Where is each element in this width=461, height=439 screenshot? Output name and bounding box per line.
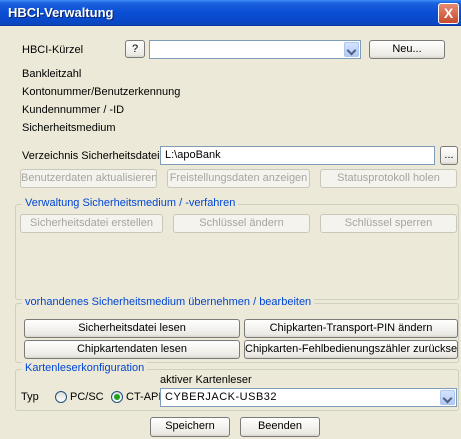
lock-key-button[interactable]: Schlüssel sperren	[320, 214, 457, 233]
bankleitzahl-label: Bankleitzahl	[22, 68, 82, 80]
update-userdata-button[interactable]: Benutzerdaten aktualisieren	[20, 169, 157, 188]
radio-ctapi[interactable]	[111, 391, 123, 403]
exit-button[interactable]: Beenden	[240, 417, 320, 437]
existing-group-legend: vorhandenes Sicherheitsmedium übernehmen…	[22, 296, 315, 308]
directory-value: L:\apoBank	[165, 149, 221, 161]
directory-label: Verzeichnis Sicherheitsdateien	[22, 150, 172, 162]
kontonummer-label: Kontonummer/Benutzerkennung	[22, 86, 181, 98]
browse-button[interactable]: ...	[440, 146, 458, 165]
status-protocol-button[interactable]: Statusprotokoll holen	[320, 169, 457, 188]
change-transport-pin-button[interactable]: Chipkarten-Transport-PIN ändern	[244, 319, 458, 338]
radio-pcsc[interactable]	[55, 391, 67, 403]
radio-pcsc-label[interactable]: PC/SC	[70, 391, 104, 403]
reset-error-counter-button[interactable]: Chipkarten-Fehlbedienungszähler zurückse…	[244, 340, 458, 359]
admin-group-legend: Verwaltung Sicherheitsmedium / -verfahre…	[22, 197, 239, 209]
read-security-file-button[interactable]: Sicherheitsdatei lesen	[24, 319, 240, 338]
new-button[interactable]: Neu...	[369, 40, 445, 59]
kuerzel-label: HBCI-Kürzel	[22, 44, 84, 56]
save-button[interactable]: Speichern	[150, 417, 230, 437]
read-card-data-button[interactable]: Chipkartendaten lesen	[24, 340, 240, 359]
typ-label: Typ	[21, 391, 39, 403]
sicherheitsmedium-label: Sicherheitsmedium	[22, 122, 116, 134]
create-security-file-button[interactable]: Sicherheitsdatei erstellen	[20, 214, 163, 233]
active-reader-label: aktiver Kartenleser	[160, 374, 252, 386]
radio-ctapi-label[interactable]: CT-API	[126, 391, 161, 403]
chevron-down-icon[interactable]	[440, 390, 455, 405]
kundennummer-label: Kundennummer / -ID	[22, 104, 125, 116]
card-reader-legend: Kartenleserkonfiguration	[22, 362, 148, 374]
kuerzel-select[interactable]	[149, 40, 361, 59]
title-bar[interactable]: HBCI-Verwaltung X	[0, 0, 461, 26]
window-title: HBCI-Verwaltung	[8, 5, 114, 20]
hbci-window: HBCI-Verwaltung X HBCI-Kürzel ? Neu... B…	[0, 0, 461, 439]
chevron-down-icon[interactable]	[344, 42, 359, 57]
help-button[interactable]: ?	[125, 40, 145, 58]
card-reader-value: CYBERJACK-USB32	[165, 391, 278, 403]
change-key-button[interactable]: Schlüssel ändern	[173, 214, 310, 233]
directory-input[interactable]: L:\apoBank	[160, 146, 435, 165]
card-reader-select[interactable]: CYBERJACK-USB32	[160, 388, 457, 407]
show-freistellung-button[interactable]: Freistellungsdaten anzeigen	[167, 169, 310, 188]
close-icon[interactable]: X	[438, 3, 459, 24]
